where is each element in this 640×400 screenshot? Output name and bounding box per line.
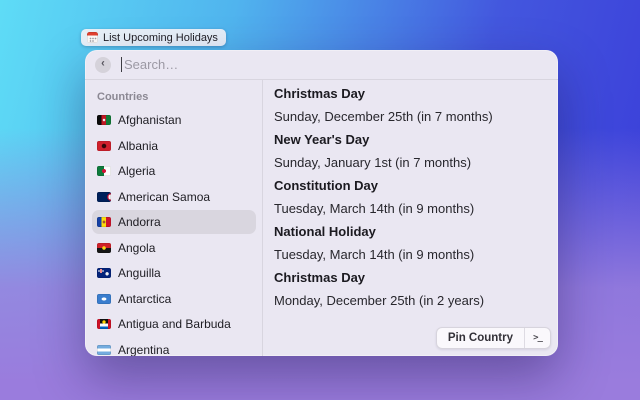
country-row-antigua-and-barbuda[interactable]: Antigua and Barbuda [92, 312, 256, 336]
holiday-details-panel: Christmas Day Sunday, December 25th (in … [263, 80, 558, 356]
holiday-title: Christmas Day [274, 86, 366, 101]
calendar-icon [87, 32, 98, 43]
launcher-window: ‹ Countries Afghanistan Albania Algeria … [85, 50, 558, 356]
search-input[interactable] [122, 57, 546, 72]
country-row-angola[interactable]: Angola [92, 236, 256, 260]
country-label: Argentina [118, 342, 170, 357]
command-pill: List Upcoming Holidays [81, 29, 226, 46]
flag-angola-icon [97, 242, 111, 253]
country-label: Afghanistan [118, 113, 182, 127]
flag-afghanistan-icon [97, 115, 111, 125]
flag-american-samoa-icon [97, 191, 111, 202]
back-button[interactable]: ‹ [95, 56, 111, 73]
holiday-entry: New Year's Day Sunday, January 1st (in 7… [274, 132, 546, 171]
country-label: Andorra [118, 215, 161, 229]
country-label: Anguilla [118, 266, 161, 280]
country-label: Antigua and Barbuda [118, 317, 231, 331]
chevron-left-icon: ‹ [101, 57, 105, 70]
holiday-entry: Constitution Day Tuesday, March 14th (in… [274, 178, 546, 217]
pin-country-label: Pin Country [447, 332, 513, 344]
country-row-albania[interactable]: Albania [92, 134, 256, 158]
flag-algeria-icon [97, 166, 111, 176]
holiday-date: Monday, December 25th (in 2 years) [274, 293, 485, 308]
holiday-list: Christmas Day Sunday, December 25th (in … [274, 86, 546, 309]
countries-sidebar: Countries Afghanistan Albania Algeria Am… [85, 80, 263, 356]
shortcut-key-icon: >_ [524, 328, 550, 348]
holiday-title: New Year's Day [274, 132, 370, 147]
country-row-algeria[interactable]: Algeria [92, 159, 256, 183]
country-label: Algeria [118, 164, 156, 178]
country-label: Antarctica [118, 291, 172, 306]
country-row-antarctica[interactable]: Antarctica [92, 287, 256, 311]
flag-antigua-and-barbuda-icon [97, 319, 111, 329]
flag-anguilla-icon [97, 268, 111, 278]
holiday-title: National Holiday [274, 224, 376, 239]
country-list: Afghanistan Albania Algeria American Sam… [92, 108, 256, 356]
country-label: Angola [118, 240, 156, 255]
flag-andorra-icon [97, 217, 111, 227]
holiday-entry: Christmas Day Monday, December 25th (in … [274, 270, 546, 309]
country-label: Albania [118, 138, 159, 153]
flag-argentina-icon [97, 344, 111, 355]
command-pill-label: List Upcoming Holidays [103, 31, 218, 44]
country-row-american-samoa[interactable]: American Samoa [92, 185, 256, 209]
holiday-title: Christmas Day [274, 270, 366, 285]
flag-albania-icon [97, 140, 111, 151]
country-row-anguilla[interactable]: Anguilla [92, 261, 256, 285]
country-row-andorra[interactable]: Andorra [92, 210, 256, 234]
holiday-date: Sunday, January 1st (in 7 months) [274, 155, 472, 170]
country-row-afghanistan[interactable]: Afghanistan [92, 108, 256, 132]
flag-antarctica-icon [97, 293, 111, 304]
pin-country-button[interactable]: Pin Country >_ [435, 327, 551, 349]
country-label: American Samoa [118, 189, 211, 204]
window-body: Countries Afghanistan Albania Algeria Am… [85, 80, 558, 356]
holiday-date: Tuesday, March 14th (in 9 months) [274, 247, 475, 262]
holiday-title: Constitution Day [274, 178, 378, 193]
search-bar: ‹ [85, 50, 558, 80]
holiday-entry: Christmas Day Sunday, December 25th (in … [274, 86, 546, 125]
holiday-date: Tuesday, March 14th (in 9 months) [274, 201, 475, 216]
holiday-date: Sunday, December 25th (in 7 months) [274, 109, 493, 124]
country-row-argentina[interactable]: Argentina [92, 338, 256, 357]
countries-section-label: Countries [97, 91, 149, 103]
holiday-entry: National Holiday Tuesday, March 14th (in… [274, 224, 546, 263]
